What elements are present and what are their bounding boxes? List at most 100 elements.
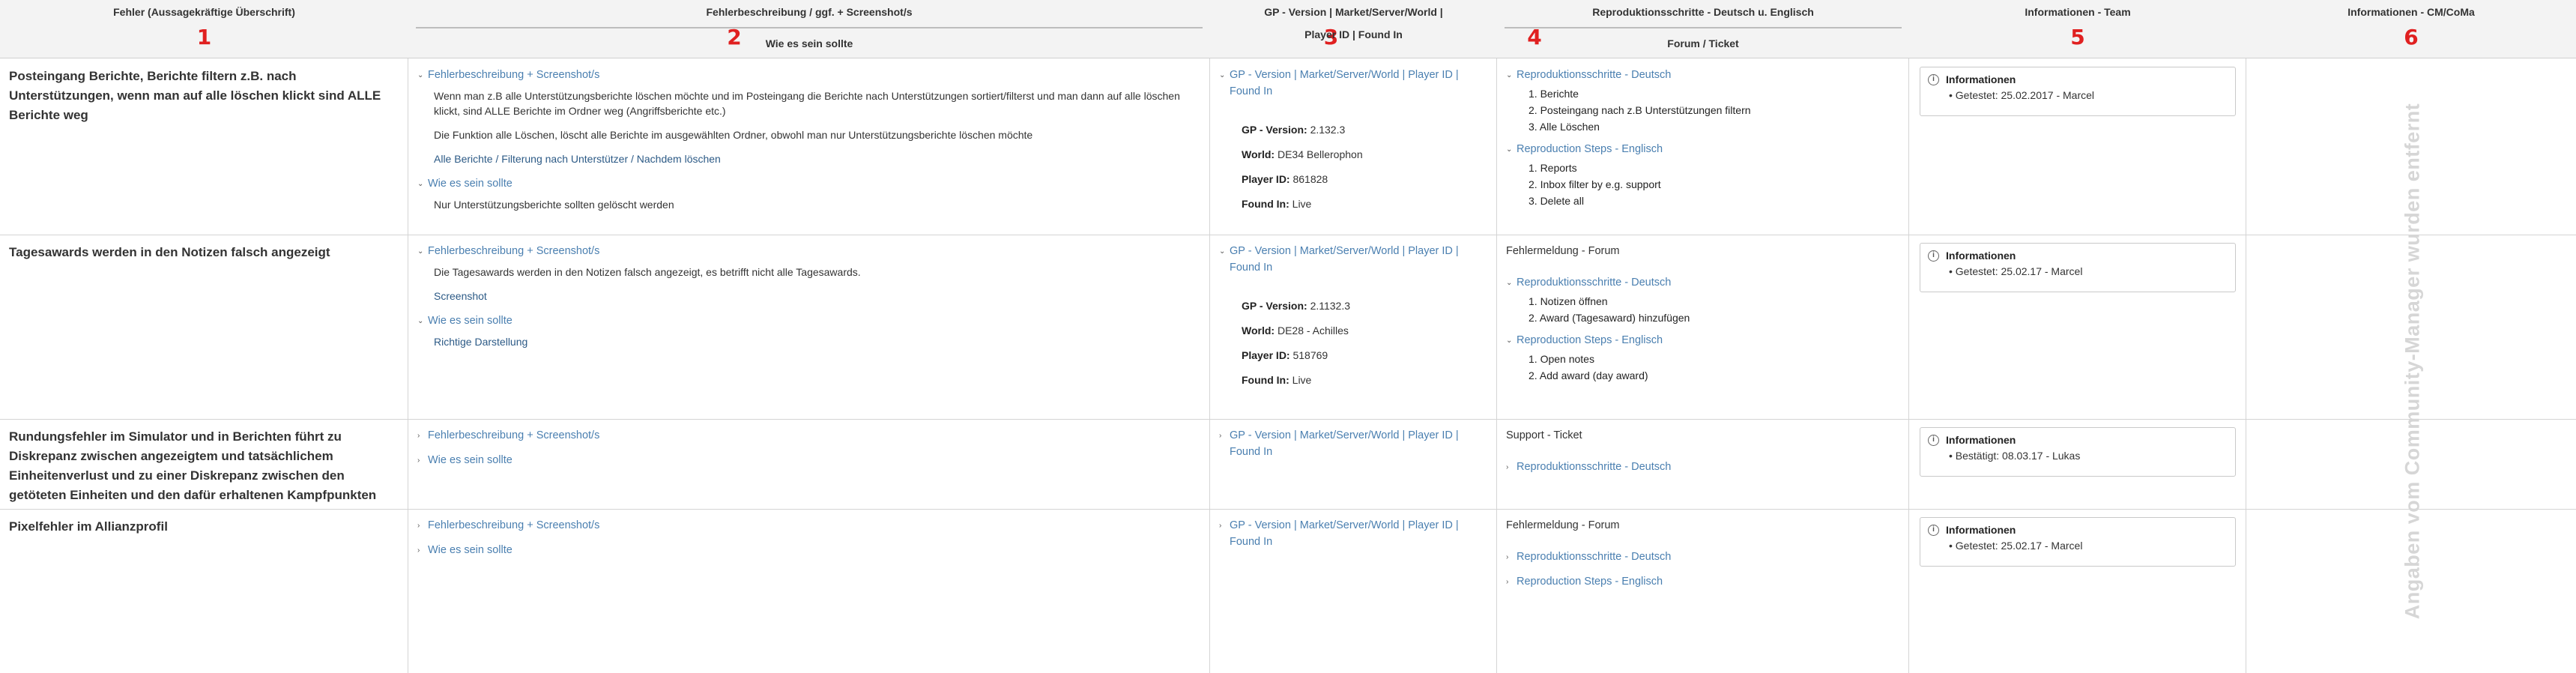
gp-toggle[interactable]: › GP - Version | Market/Server/World | Pl… xyxy=(1219,517,1488,550)
info-item: • Bestätigt: 08.03.17 - Lukas xyxy=(1949,450,2081,462)
expected-toggle[interactable]: › Wie es sein sollte xyxy=(417,542,1201,559)
info-team-cell: i Informationen • Getestet: 25.02.2017 - … xyxy=(1909,59,2246,235)
expected-toggle[interactable]: ⌄ Wie es sein sollte xyxy=(417,313,1201,330)
description-toggle[interactable]: › Fehlerbeschreibung + Screenshot/s xyxy=(417,427,1201,444)
chevron-right-icon: › xyxy=(1506,578,1509,586)
header-col-reproduction[interactable]: Reproduktionsschritte - Deutsch u. Engli… xyxy=(1497,0,1909,58)
gp-version-cell: ⌄ GP - Version | Market/Server/World | Pl… xyxy=(1210,235,1497,419)
chevron-right-icon: › xyxy=(417,456,420,465)
column-number: 6 xyxy=(2404,25,2419,49)
chevron-right-icon: › xyxy=(417,432,420,440)
repro-de-steps: 1. Berichte 2. Posteingang nach z.B Unte… xyxy=(1529,88,1751,133)
chevron-down-icon: ⌄ xyxy=(417,180,424,188)
info-icon: i xyxy=(1928,250,1939,262)
info-box[interactable]: i Informationen • Getestet: 25.02.2017 - … xyxy=(1920,67,2236,116)
repro-en-steps: 1. Reports 2. Inbox filter by e.g. suppo… xyxy=(1529,162,1661,207)
table-header: Fehler (Aussagekräftige Überschrift) 1 F… xyxy=(0,0,2576,58)
repro-de-toggle[interactable]: › Reproduktionsschritte - Deutsch xyxy=(1506,459,1900,476)
world-value: World: DE28 - Achilles xyxy=(1242,325,1349,336)
repro-en-steps: 1. Open notes 2. Add award (day award) xyxy=(1529,353,1648,381)
bug-report-table: Fehler (Aussagekräftige Überschrift) 1 F… xyxy=(0,0,2576,673)
chevron-right-icon: › xyxy=(1219,522,1222,530)
gp-version-value: GP - Version: 2.1132.3 xyxy=(1242,300,1351,312)
gp-toggle[interactable]: ⌄ GP - Version | Market/Server/World | Pl… xyxy=(1219,243,1488,276)
repro-de-toggle[interactable]: ⌄ Reproduktionsschritte - Deutsch xyxy=(1506,274,1900,292)
chevron-down-icon: ⌄ xyxy=(417,317,424,325)
error-title-cell: Rundungsfehler im Simulator und in Beric… xyxy=(0,420,408,509)
found-in-value: Found In: Live xyxy=(1242,198,1312,210)
reproduction-cell: Fehlermeldung - Forum ⌄ Reproduktionsschr… xyxy=(1497,235,1909,419)
error-title-cell: Posteingang Berichte, Berichte filtern z… xyxy=(0,59,408,235)
expected-toggle[interactable]: ⌄ Wie es sein sollte xyxy=(417,175,1201,193)
found-in-value: Found In: Live xyxy=(1242,374,1312,386)
expected-toggle[interactable]: › Wie es sein sollte xyxy=(417,452,1201,469)
description-link[interactable]: Alle Berichte / Filterung nach Unterstüt… xyxy=(434,151,1201,166)
screenshot-link[interactable]: Screenshot xyxy=(434,289,1201,304)
description-cell: ⌄ Fehlerbeschreibung + Screenshot/s Die T… xyxy=(408,235,1210,419)
repro-de-steps: 1. Notizen öffnen 2. Award (Tagesaward) … xyxy=(1529,295,1690,324)
info-team-cell: i Informationen • Getestet: 25.02.17 - Ma… xyxy=(1909,235,2246,419)
forum-ticket: Fehlermeldung - Forum xyxy=(1506,519,1620,531)
reproduction-cell: Fehlermeldung - Forum › Reproduktionsschr… xyxy=(1497,510,1909,673)
info-item: • Getestet: 25.02.2017 - Marcel xyxy=(1949,89,2095,101)
chevron-right-icon: › xyxy=(1219,432,1222,440)
repro-en-toggle[interactable]: ⌄ Reproduction Steps - Englisch xyxy=(1506,332,1900,349)
info-icon: i xyxy=(1928,434,1939,446)
gp-version-cell: › GP - Version | Market/Server/World | Pl… xyxy=(1210,510,1497,673)
error-title-cell: Tagesawards werden in den Notizen falsch… xyxy=(0,235,408,419)
gp-toggle[interactable]: › GP - Version | Market/Server/World | Pl… xyxy=(1219,427,1488,460)
repro-de-toggle[interactable]: ⌄ Reproduktionsschritte - Deutsch xyxy=(1506,67,1900,84)
chevron-down-icon: ⌄ xyxy=(1506,145,1513,154)
player-id-value: Player ID: 861828 xyxy=(1242,173,1328,185)
reproduction-cell: ⌄ Reproduktionsschritte - Deutsch 1. Beri… xyxy=(1497,59,1909,235)
forum-ticket: Fehlermeldung - Forum xyxy=(1506,245,1620,257)
player-id-value: Player ID: 518769 xyxy=(1242,349,1328,361)
reproduction-cell: Support - Ticket › Reproduktionsschritte … xyxy=(1497,420,1909,509)
error-title-cell: Pixelfehler im Allianzprofil xyxy=(0,510,408,673)
description-cell: › Fehlerbeschreibung + Screenshot/s › Wie … xyxy=(408,420,1210,509)
gp-version-cell: › GP - Version | Market/Server/World | Pl… xyxy=(1210,420,1497,509)
chevron-down-icon: ⌄ xyxy=(417,247,424,256)
chevron-down-icon: ⌄ xyxy=(1506,71,1513,79)
error-title: Pixelfehler im Allianzprofil xyxy=(9,519,168,534)
table-row: Pixelfehler im Allianzprofil › Fehlerbesc… xyxy=(0,510,2576,673)
info-item: • Getestet: 25.02.17 - Marcel xyxy=(1949,540,2083,552)
chevron-down-icon: ⌄ xyxy=(1219,71,1226,79)
chevron-down-icon: ⌄ xyxy=(1506,279,1513,287)
chevron-right-icon: › xyxy=(417,522,420,530)
chevron-down-icon: ⌄ xyxy=(1506,336,1513,345)
info-item: • Getestet: 25.02.17 - Marcel xyxy=(1949,265,2083,277)
description-toggle[interactable]: ⌄ Fehlerbeschreibung + Screenshot/s xyxy=(417,243,1201,260)
chevron-down-icon: ⌄ xyxy=(1219,247,1226,256)
description-toggle[interactable]: › Fehlerbeschreibung + Screenshot/s xyxy=(417,517,1201,534)
description-cell: ⌄ Fehlerbeschreibung + Screenshot/s Wenn … xyxy=(408,59,1210,235)
header-col-info-cm[interactable]: Informationen - CM/CoMa 6 xyxy=(2246,0,2576,58)
info-box[interactable]: i Informationen • Getestet: 25.02.17 - Ma… xyxy=(1920,517,2236,567)
error-title: Rundungsfehler im Simulator und in Beric… xyxy=(9,429,377,502)
error-title: Tagesawards werden in den Notizen falsch… xyxy=(9,245,330,259)
table-row: Rundungsfehler im Simulator und in Beric… xyxy=(0,420,2576,510)
chevron-down-icon: ⌄ xyxy=(417,71,424,79)
header-col-description[interactable]: Fehlerbeschreibung / ggf. + Screenshot/s… xyxy=(408,0,1210,58)
info-team-cell: i Informationen • Getestet: 25.02.17 - Ma… xyxy=(1909,510,2246,673)
info-box[interactable]: i Informationen • Getestet: 25.02.17 - Ma… xyxy=(1920,243,2236,292)
gp-toggle[interactable]: ⌄ GP - Version | Market/Server/World | Pl… xyxy=(1219,67,1488,100)
forum-ticket: Support - Ticket xyxy=(1506,429,1582,441)
info-icon: i xyxy=(1928,524,1939,536)
description-toggle[interactable]: ⌄ Fehlerbeschreibung + Screenshot/s xyxy=(417,67,1201,84)
world-value: World: DE34 Bellerophon xyxy=(1242,148,1363,160)
table-row: Posteingang Berichte, Berichte filtern z… xyxy=(0,59,2576,235)
table-row: Tagesawards werden in den Notizen falsch… xyxy=(0,235,2576,420)
repro-en-toggle[interactable]: ⌄ Reproduction Steps - Englisch xyxy=(1506,141,1900,158)
repro-de-toggle[interactable]: › Reproduktionsschritte - Deutsch xyxy=(1506,549,1900,566)
info-box[interactable]: i Informationen • Bestätigt: 08.03.17 - L… xyxy=(1920,427,2236,477)
description-cell: › Fehlerbeschreibung + Screenshot/s › Wie … xyxy=(408,510,1210,673)
description-body: Wenn man z.B alle Unterstützungsberichte… xyxy=(417,88,1201,166)
error-title: Posteingang Berichte, Berichte filtern z… xyxy=(9,69,381,122)
info-icon: i xyxy=(1928,73,1939,85)
chevron-right-icon: › xyxy=(1506,553,1509,561)
column-number: 5 xyxy=(2070,25,2085,49)
repro-en-toggle[interactable]: › Reproduction Steps - Englisch xyxy=(1506,573,1900,591)
header-col-info-team[interactable]: Informationen - Team 5 xyxy=(1909,0,2246,58)
description-body: Die Tagesawards werden in den Notizen fa… xyxy=(417,265,1201,304)
